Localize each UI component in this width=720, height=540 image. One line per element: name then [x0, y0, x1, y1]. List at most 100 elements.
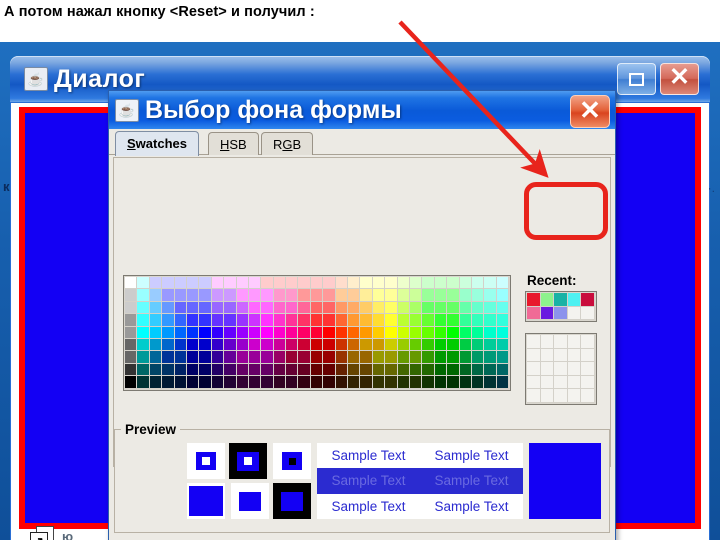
swatch-cell[interactable]	[348, 314, 361, 327]
swatch-cell[interactable]	[261, 301, 274, 315]
recent-empty-container[interactable]	[525, 333, 597, 405]
swatch-cell[interactable]	[125, 326, 138, 339]
dialog-close-button[interactable]: ✕	[570, 95, 610, 128]
swatch-cell[interactable]	[248, 289, 262, 302]
swatch-cell[interactable]	[286, 351, 299, 364]
swatch-cell[interactable]	[211, 289, 225, 302]
swatch-cell[interactable]	[125, 277, 138, 290]
swatch-cell[interactable]	[434, 363, 448, 377]
swatch-cell[interactable]	[298, 338, 311, 352]
swatch-cell[interactable]	[484, 363, 497, 377]
recent-swatch-cell[interactable]	[567, 306, 582, 321]
recent-empty-cell[interactable]	[540, 335, 555, 349]
swatch-cell[interactable]	[385, 351, 398, 364]
swatch-cell[interactable]	[137, 326, 150, 339]
swatch-cell[interactable]	[236, 338, 249, 352]
swatch-cell[interactable]	[422, 338, 435, 352]
swatch-cell[interactable]	[447, 289, 460, 302]
swatch-cell[interactable]	[372, 301, 386, 315]
swatch-cell[interactable]	[422, 314, 435, 327]
swatch-cell[interactable]	[397, 338, 410, 352]
swatch-cell[interactable]	[137, 277, 150, 290]
swatch-cell[interactable]	[434, 338, 448, 352]
swatch-cell[interactable]	[149, 314, 163, 327]
recent-swatch-grid[interactable]	[527, 293, 595, 321]
swatch-cell[interactable]	[310, 314, 324, 327]
swatch-cell[interactable]	[137, 376, 150, 389]
recent-empty-cell[interactable]	[581, 375, 595, 390]
swatch-cell[interactable]	[137, 301, 150, 315]
swatch-cell[interactable]	[199, 338, 212, 352]
swatch-cell[interactable]	[199, 301, 212, 315]
maximize-button[interactable]	[617, 63, 656, 95]
swatch-cell[interactable]	[335, 363, 349, 377]
recent-empty-cell[interactable]	[567, 348, 582, 363]
recent-empty-cell[interactable]	[527, 389, 541, 403]
swatch-cell[interactable]	[484, 277, 497, 290]
swatch-cell[interactable]	[471, 301, 485, 315]
tab-swatches[interactable]: Swatches	[115, 131, 199, 156]
swatch-cell[interactable]	[422, 376, 435, 389]
swatch-cell[interactable]	[459, 363, 472, 377]
swatch-cell[interactable]	[372, 314, 386, 327]
swatch-cell[interactable]	[484, 351, 497, 364]
tab-rgb[interactable]: RGB	[261, 132, 314, 155]
swatch-cell[interactable]	[261, 314, 274, 327]
swatch-cell[interactable]	[335, 326, 349, 339]
swatch-cell[interactable]	[162, 338, 175, 352]
swatch-cell[interactable]	[162, 351, 175, 364]
swatch-cell[interactable]	[372, 326, 386, 339]
swatch-cell[interactable]	[199, 376, 212, 389]
swatch-cell[interactable]	[323, 363, 336, 377]
swatch-cell[interactable]	[447, 277, 460, 290]
swatch-cell[interactable]	[372, 289, 386, 302]
swatch-cell[interactable]	[236, 314, 249, 327]
recent-empty-cell[interactable]	[581, 389, 595, 403]
swatch-cell[interactable]	[224, 363, 237, 377]
swatch-cell[interactable]	[323, 314, 336, 327]
swatch-cell[interactable]	[496, 314, 510, 327]
swatch-cell[interactable]	[447, 301, 460, 315]
swatch-cell[interactable]	[199, 277, 212, 290]
swatch-cell[interactable]	[125, 314, 138, 327]
swatch-cell[interactable]	[199, 314, 212, 327]
swatch-cell[interactable]	[348, 326, 361, 339]
swatch-cell[interactable]	[174, 301, 187, 315]
swatch-cell[interactable]	[286, 301, 299, 315]
tab-hsb[interactable]: HSB	[208, 132, 259, 155]
recent-swatch-cell[interactable]	[527, 306, 541, 321]
swatch-cell[interactable]	[273, 363, 287, 377]
recent-swatch-cell[interactable]	[540, 306, 555, 321]
swatch-cell[interactable]	[298, 376, 311, 389]
swatch-cell[interactable]	[149, 351, 163, 364]
swatch-cell[interactable]	[248, 326, 262, 339]
swatch-cell[interactable]	[174, 376, 187, 389]
swatch-cell[interactable]	[248, 363, 262, 377]
swatch-cell[interactable]	[286, 314, 299, 327]
swatch-cell[interactable]	[459, 376, 472, 389]
resize-grip-icon[interactable]: ↗	[30, 526, 56, 540]
swatch-cell[interactable]	[496, 326, 510, 339]
swatch-cell[interactable]	[397, 326, 410, 339]
swatch-cell[interactable]	[224, 338, 237, 352]
swatch-cell[interactable]	[484, 326, 497, 339]
swatch-cell[interactable]	[224, 277, 237, 290]
swatch-cell[interactable]	[434, 314, 448, 327]
swatch-cell[interactable]	[149, 277, 163, 290]
swatch-cell[interactable]	[459, 326, 472, 339]
swatch-cell[interactable]	[372, 338, 386, 352]
swatch-cell[interactable]	[459, 277, 472, 290]
swatch-cell[interactable]	[125, 351, 138, 364]
swatch-cell[interactable]	[273, 301, 287, 315]
swatch-cell[interactable]	[273, 326, 287, 339]
swatch-cell[interactable]	[409, 301, 423, 315]
swatch-cell[interactable]	[186, 314, 200, 327]
swatch-cell[interactable]	[323, 277, 336, 290]
swatch-cell[interactable]	[471, 363, 485, 377]
swatch-cell[interactable]	[496, 363, 510, 377]
swatch-cell[interactable]	[286, 338, 299, 352]
recent-empty-cell[interactable]	[554, 362, 568, 376]
swatch-cell[interactable]	[248, 338, 262, 352]
recent-empty-cell[interactable]	[554, 389, 568, 403]
swatch-cell[interactable]	[211, 338, 225, 352]
